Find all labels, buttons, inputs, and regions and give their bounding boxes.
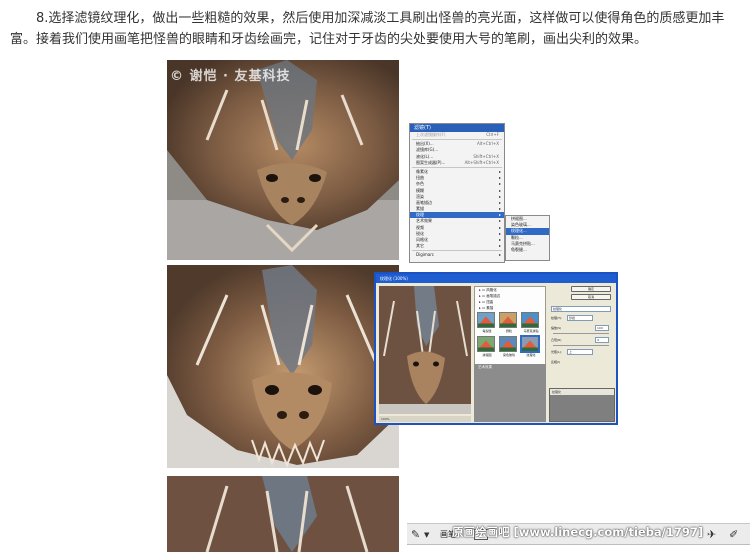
relief-slider[interactable]: [553, 345, 609, 346]
filter-layers-panel: 纹理化: [549, 388, 615, 422]
scale-label: 缩放(S): [551, 326, 562, 330]
light-label: 光照(L):: [551, 350, 563, 354]
filter-thumbnail[interactable]: [477, 312, 495, 328]
menu-item-shortcut: Alt+Shift+Ctrl+X: [464, 159, 499, 165]
folder-art-effects[interactable]: 艺术效果: [474, 364, 492, 370]
menu-item-label: 扭曲: [416, 175, 424, 181]
filter-menu-title[interactable]: 滤镜(T): [410, 124, 504, 132]
menu-item-label: 模糊: [416, 187, 424, 193]
filter-menu: 滤镜(T) 上次滤镜操作(F) Ctrl+F 抽出(X)... Alt+Ctrl+X 滤…: [409, 123, 505, 263]
menu-item-label: 抽出(X)...: [416, 141, 434, 147]
invert-checkbox[interactable]: 反相(I): [551, 360, 560, 364]
menu-item-label: 滤镜库(G)...: [416, 147, 439, 153]
filter-list-empty-area: 艺术效果: [474, 364, 546, 422]
menu-item-label: 画笔描边: [416, 199, 432, 205]
texture-submenu: 拼缀图... 染色玻璃... 纹理化... 颗粒... 马赛克拼贴... 龟裂缝...: [505, 215, 550, 261]
menu-item-label: 其它: [416, 243, 424, 249]
texture-submenu-item[interactable]: 龟裂缝...: [506, 247, 549, 253]
filter-thumbnail[interactable]: [499, 336, 517, 352]
menu-item-label: 锐化: [416, 230, 424, 236]
menu-item-label: 图案生成器(P)...: [416, 159, 446, 165]
menu-item-label: 液化(L)...: [416, 153, 434, 159]
menu-item-label: 素描: [416, 206, 424, 212]
filter-gallery-dialog: 纹理化 (100%) 100% ▸ ▭ 风格化 ▸ ▭ 画笔描边 ▸ ▭ 扭曲 ▸ ▭…: [374, 272, 618, 425]
relief-input[interactable]: 4: [595, 337, 609, 343]
airbrush-icon[interactable]: ✈: [707, 528, 716, 541]
cancel-button[interactable]: 取消: [571, 294, 611, 300]
menu-item-label: 视频: [416, 224, 424, 230]
light-select[interactable]: 上: [567, 349, 593, 355]
dragon-artwork-2: [167, 265, 399, 468]
scale-input[interactable]: 100: [595, 325, 609, 331]
relief-label: 凸现(R): [551, 338, 562, 342]
menu-item-label: 渲染: [416, 193, 424, 199]
menu-item-label: 风格化: [416, 237, 428, 242]
menu-item-shortcut: Ctrl+F: [486, 132, 499, 137]
menu-separator: [412, 166, 502, 168]
dragon-artwork-3: [167, 476, 399, 552]
submenu-arrow-icon: ▸: [498, 243, 501, 249]
menu-item-label: 杂色: [416, 181, 424, 187]
texture-thumbnails: 龟裂缝 颗粒 马赛克拼贴拼缀图 染色玻璃 纹理化: [477, 312, 543, 362]
filter-thumbnail[interactable]: [520, 335, 540, 353]
article-paragraph: 8.选择滤镜纹理化，做出一些粗糙的效果，然后使用加深减淡工具刷出怪兽的亮光面，这…: [10, 11, 725, 47]
menu-item-label: 像素化: [416, 168, 428, 174]
filter-dropdown[interactable]: 纹理化: [551, 306, 611, 312]
texture-select[interactable]: 砂岩: [567, 315, 593, 321]
menu-item-label: Digimarc: [416, 252, 434, 258]
scale-slider[interactable]: [553, 333, 609, 334]
menu-item-label: 艺术效果: [416, 218, 432, 224]
filter-thumbnail[interactable]: [521, 312, 539, 328]
filter-thumbnail-label: 纹理化: [526, 353, 536, 357]
pen-tablet-icon[interactable]: ✐: [729, 528, 738, 541]
menu-item-label: 上次滤镜操作(F): [416, 132, 446, 137]
filter-thumbnail-label: 拼缀图: [482, 353, 492, 357]
filter-menu-item[interactable]: 上次滤镜操作(F) Ctrl+F: [410, 132, 504, 138]
filter-thumbnail[interactable]: [499, 312, 517, 328]
filter-settings-panel: 确定 取消 纹理化 纹理(T): 砂岩 缩放(S) 100 凸现(R) 4 光照…: [549, 286, 615, 422]
filter-thumbnail-label: 龟裂缝: [482, 329, 492, 333]
filter-menu-item[interactable]: Digimarc ▸: [410, 252, 504, 258]
dialog-title: 纹理化 (100%): [376, 274, 616, 283]
submenu-arrow-icon: ▸: [498, 252, 501, 258]
brush-tool-icon[interactable]: ✎: [411, 528, 420, 541]
filter-menu-item[interactable]: 其它 ▸: [410, 243, 504, 249]
dialog-preview[interactable]: [379, 286, 471, 414]
zoom-readout[interactable]: 100%: [379, 416, 471, 422]
artist-watermark: © 谢恺 · 友基科技: [170, 69, 291, 84]
dropdown-arrow-icon[interactable]: ▼: [424, 531, 429, 539]
texture-label: 纹理(T):: [551, 316, 563, 320]
forum-watermark: 原画绘画吧 [www.linecg.com/tieba/1797]: [452, 525, 704, 539]
filter-thumbnail-label: 马赛克拼贴: [523, 329, 539, 333]
dragon-artwork-1: [167, 60, 399, 260]
menu-separator: [412, 250, 502, 252]
menu-item-label: 纹理: [416, 212, 424, 218]
filter-layer-row[interactable]: 纹理化: [550, 389, 614, 395]
filter-thumbnail[interactable]: [477, 336, 495, 352]
filter-thumbnail-label: 染色玻璃: [502, 353, 515, 357]
filter-thumbnail-label: 颗粒: [505, 329, 512, 333]
ok-button[interactable]: 确定: [571, 286, 611, 292]
filter-menu-item[interactable]: 图案生成器(P)... Alt+Shift+Ctrl+X: [410, 160, 504, 166]
